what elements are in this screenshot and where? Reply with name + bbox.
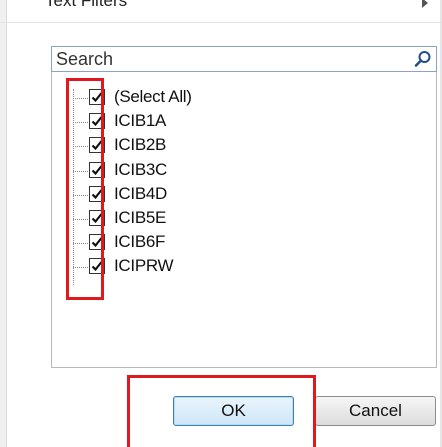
panel-left-edge: [0, 0, 7, 447]
list-item-select-all[interactable]: (Select All): [73, 87, 373, 108]
checkbox-highlight-box: [66, 78, 104, 300]
list-item[interactable]: ICIB6F: [73, 232, 373, 253]
search-box: [51, 46, 437, 72]
filter-dropdown-panel: Text Filters (Select All) ICIB1A ICIB2B ICI…: [0, 0, 442, 447]
list-item-label: ICIB5E: [114, 208, 167, 227]
list-item-label: ICIB2B: [114, 135, 167, 154]
list-item[interactable]: ICIB5E: [73, 208, 373, 229]
submenu-arrow-icon: [422, 0, 428, 8]
menu-divider: [0, 22, 442, 23]
list-item[interactable]: ICIB4D: [73, 184, 373, 205]
list-item[interactable]: ICIPRW: [73, 256, 373, 277]
list-item-label: ICIB1A: [114, 111, 167, 130]
text-filters-menu-item[interactable]: Text Filters: [45, 0, 127, 11]
list-item-label: ICIB4D: [114, 184, 167, 203]
list-item-label: (Select All): [114, 87, 192, 106]
list-item-label: ICIB3C: [114, 160, 167, 179]
list-item-label: ICIB6F: [114, 232, 166, 251]
list-item[interactable]: ICIB3C: [73, 160, 373, 181]
cancel-button[interactable]: Cancel: [315, 396, 436, 426]
list-item-label: ICIPRW: [114, 256, 174, 275]
search-input[interactable]: [52, 47, 402, 71]
search-icon[interactable]: [414, 50, 432, 68]
list-item[interactable]: ICIB1A: [73, 111, 373, 132]
ok-highlight-box: [127, 375, 316, 447]
list-item[interactable]: ICIB2B: [73, 135, 373, 156]
